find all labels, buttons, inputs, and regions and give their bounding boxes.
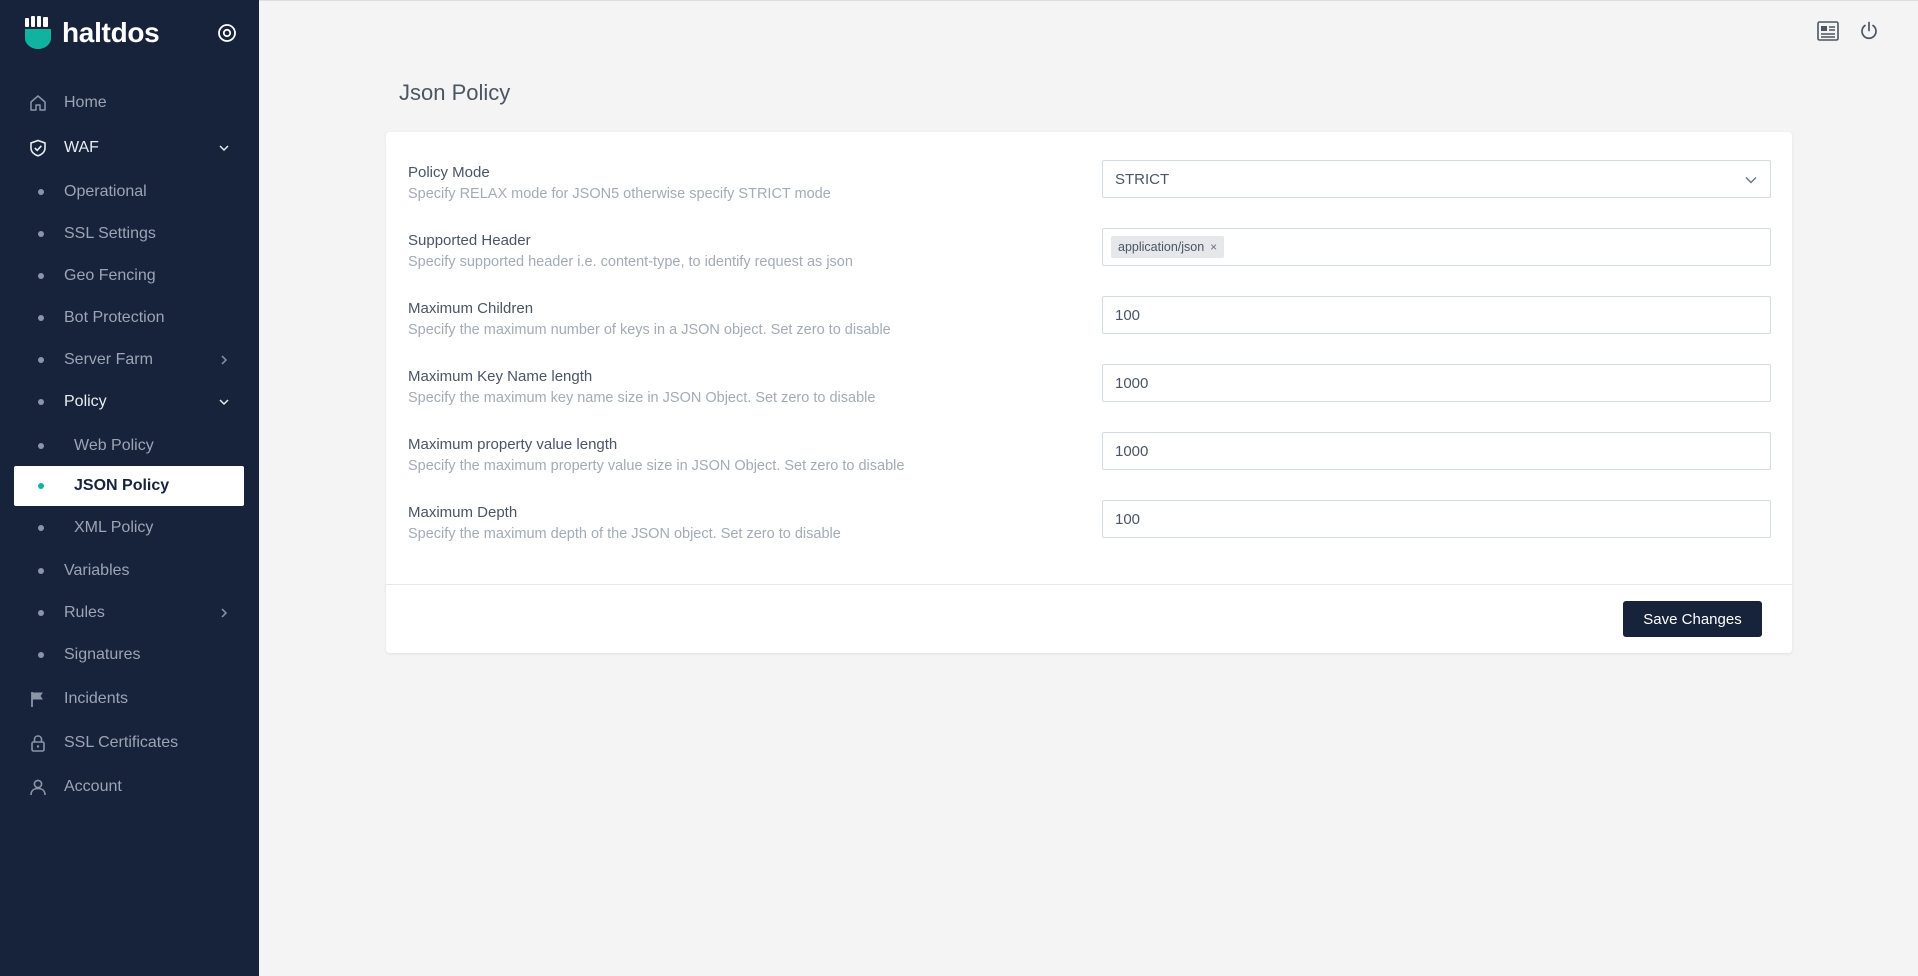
sidebar-item-label: WAF [64,139,99,156]
sidebar-item-label: Account [64,778,122,795]
chevron-down-icon [219,145,229,152]
bullet-icon [38,357,44,363]
max-children-label: Maximum Children [408,300,534,317]
page-title: Json Policy [399,80,511,105]
max-depth-input[interactable] [1102,500,1771,538]
target-icon [218,24,236,42]
flag-icon [28,689,48,709]
remove-tag-icon[interactable]: × [1210,240,1217,254]
sidebar-item-variables[interactable]: Variables [14,551,244,591]
sidebar: haltdos Home WAF Operational SSL Setting… [0,0,259,976]
sidebar-item-label: Home [64,94,107,111]
sidebar-item-json-policy[interactable]: JSON Policy [14,466,244,506]
policy-mode-label: Policy Mode [408,164,490,181]
policy-mode-select[interactable]: STRICT [1102,160,1771,198]
sidebar-item-label: Web Policy [74,437,154,454]
max-depth-row: Maximum Depth Specify the maximum depth … [408,500,1772,564]
sidebar-item-label: Rules [64,604,105,621]
sidebar-item-label: Bot Protection [64,309,165,326]
sidebar-toggle-button[interactable] [216,22,238,44]
max-children-input[interactable] [1102,296,1771,334]
bullet-icon [38,652,44,658]
sidebar-item-label: XML Policy [74,519,154,536]
bullet-icon [38,231,44,237]
max-depth-label: Maximum Depth [408,504,518,521]
sidebar-item-label: JSON Policy [74,477,170,494]
sidebar-item-label: SSL Settings [64,225,156,242]
header-border [259,0,1918,1]
brand[interactable]: haltdos [24,14,160,52]
header-tag-label: application/json [1118,240,1205,254]
form-divider [386,584,1792,585]
sidebar-item-ssl-certificates[interactable]: SSL Certificates [14,723,244,763]
sidebar-item-label: Incidents [64,690,129,707]
sidebar-item-label: Geo Fencing [64,267,156,284]
sidebar-item-waf[interactable]: WAF [14,128,244,168]
supported-header-desc: Specify supported header i.e. content-ty… [408,254,853,270]
chevron-down-icon [219,399,229,406]
sidebar-item-rules[interactable]: Rules [14,593,244,633]
news-button[interactable] [1816,19,1840,43]
supported-header-row: Supported Header Specify supported heade… [408,228,1772,292]
max-value-length-desc: Specify the maximum property value size … [408,458,905,474]
bullet-icon [38,610,44,616]
policy-mode-desc: Specify RELAX mode for JSON5 otherwise s… [408,186,831,202]
user-icon [28,777,48,797]
sidebar-item-label: Signatures [64,646,141,663]
sidebar-item-signatures[interactable]: Signatures [14,635,244,675]
supported-header-tag-input[interactable]: application/json × [1102,228,1771,266]
shield-check-icon [28,138,48,158]
haltdos-logo-icon [25,16,51,49]
sidebar-item-label: SSL Certificates [64,734,179,751]
bullet-icon [38,189,44,195]
sidebar-item-label: Server Farm [64,351,153,368]
save-changes-button[interactable]: Save Changes [1623,601,1762,637]
brand-name: haltdos [62,17,160,48]
sidebar-item-ssl-settings[interactable]: SSL Settings [14,214,244,254]
max-key-length-label: Maximum Key Name length [408,368,593,385]
power-icon [1861,21,1877,40]
sidebar-item-label: Operational [64,183,147,200]
home-icon [28,93,48,113]
bullet-icon [38,568,44,574]
bullet-icon [38,525,44,531]
supported-header-label: Supported Header [408,232,531,249]
lock-icon [28,733,48,753]
bullet-icon [38,483,44,489]
sidebar-item-home[interactable]: Home [14,83,244,123]
max-depth-desc: Specify the maximum depth of the JSON ob… [408,526,841,542]
sidebar-item-geo-fencing[interactable]: Geo Fencing [14,256,244,296]
max-children-desc: Specify the maximum number of keys in a … [408,322,891,338]
max-value-length-input[interactable] [1102,432,1771,470]
sidebar-item-operational[interactable]: Operational [14,172,244,212]
news-icon [1817,21,1839,41]
max-value-length-row: Maximum property value length Specify th… [408,432,1772,496]
json-policy-form: Policy Mode Specify RELAX mode for JSON5… [386,132,1792,653]
policy-mode-value: STRICT [1115,170,1170,188]
bullet-icon [38,399,44,405]
header-tag: application/json × [1111,236,1225,258]
sidebar-item-server-farm[interactable]: Server Farm [14,340,244,380]
sidebar-item-label: Policy [64,393,107,410]
sidebar-item-web-policy[interactable]: Web Policy [14,426,244,466]
bullet-icon [38,315,44,321]
bullet-icon [38,273,44,279]
max-children-row: Maximum Children Specify the maximum num… [408,296,1772,360]
chevron-right-icon [221,608,228,618]
sidebar-item-account[interactable]: Account [14,767,244,807]
max-value-length-label: Maximum property value length [408,436,618,453]
sidebar-item-label: Variables [64,562,130,579]
policy-mode-row: Policy Mode Specify RELAX mode for JSON5… [408,160,1772,224]
max-key-length-input[interactable] [1102,364,1771,402]
sidebar-item-xml-policy[interactable]: XML Policy [14,508,244,548]
chevron-right-icon [221,355,228,365]
chevron-down-icon [1745,177,1757,184]
sidebar-item-bot-protection[interactable]: Bot Protection [14,298,244,338]
logout-button[interactable] [1857,19,1881,43]
sidebar-item-policy[interactable]: Policy [14,382,244,422]
max-key-length-desc: Specify the maximum key name size in JSO… [408,390,876,406]
sidebar-item-incidents[interactable]: Incidents [14,679,244,719]
max-key-length-row: Maximum Key Name length Specify the maxi… [408,364,1772,428]
bullet-icon [38,443,44,449]
